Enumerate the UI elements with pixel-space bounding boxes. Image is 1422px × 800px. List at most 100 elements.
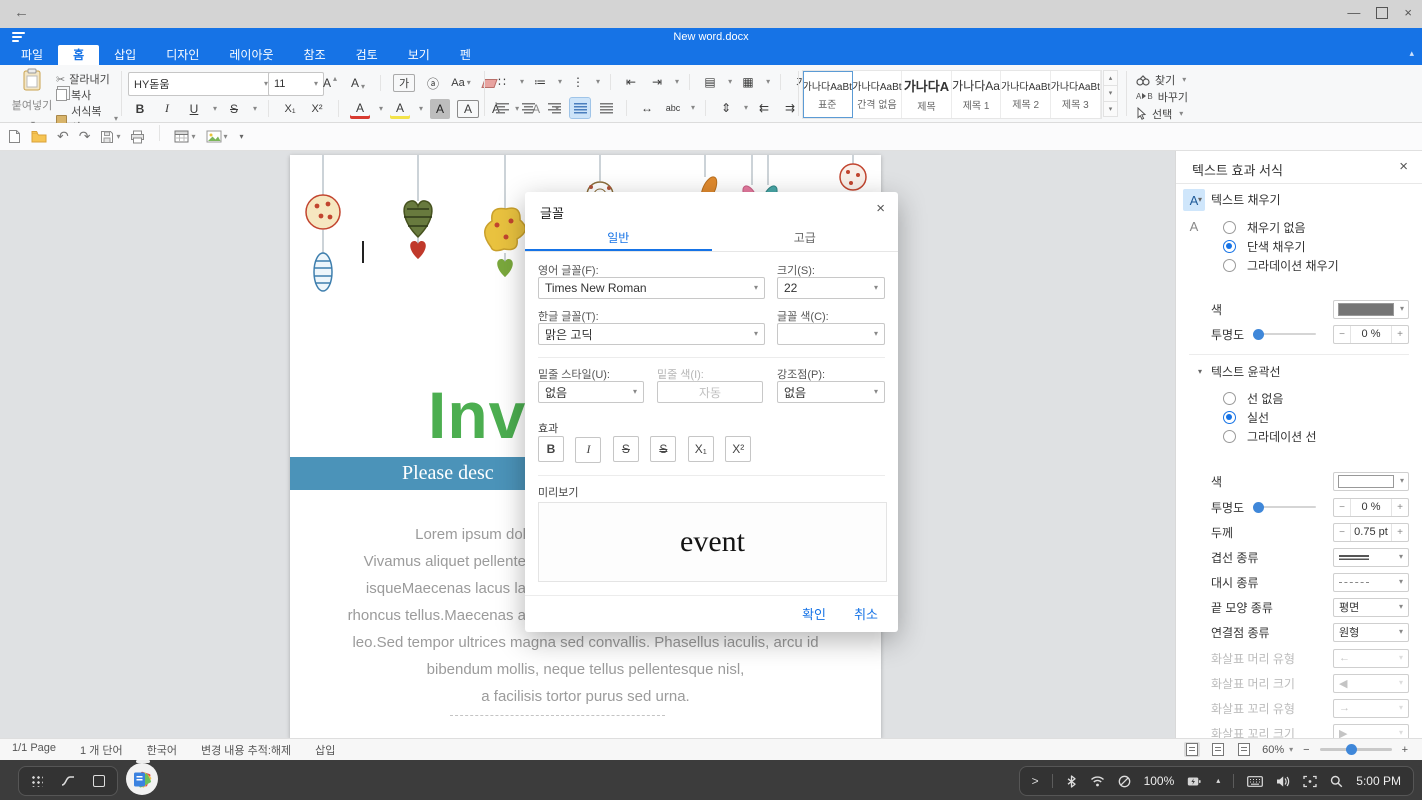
join-type-select[interactable]: 원형 ▾ [1333, 623, 1409, 642]
new-document-button[interactable] [8, 129, 21, 144]
track-changes-indicator[interactable]: 변경 내용 추적:해제 [201, 742, 291, 758]
document-heading[interactable]: Inv [428, 377, 526, 453]
zoom-slider[interactable] [1320, 748, 1392, 751]
size-select[interactable]: 22 ▾ [777, 277, 885, 299]
zoom-slider-thumb[interactable] [1346, 744, 1357, 755]
replace-button[interactable]: AB 바꾸기 [1136, 88, 1188, 105]
bullet-list-button[interactable]: ∷ [492, 72, 512, 92]
grow-font-button[interactable]: A▴ [320, 73, 340, 93]
body-line[interactable]: leo.Sed tempor ultrices magna sed conval… [290, 629, 881, 656]
outline-transparency-slider[interactable] [1254, 506, 1316, 508]
text-outline-section-header[interactable]: ▾ 텍스트 윤곽선 [1198, 363, 1281, 380]
text-fill-section-header[interactable]: ▾ 텍스트 채우기 [1198, 191, 1281, 208]
indent-caret-icon[interactable]: ▾ [675, 78, 679, 86]
image-caret-icon[interactable]: ▾ [224, 133, 228, 141]
dash-type-select[interactable]: ▾ [1333, 573, 1409, 592]
line-spacing-caret-icon[interactable]: ▾ [744, 104, 748, 112]
style-heading3[interactable]: 가나다AaBt 제목 3 [1051, 71, 1101, 118]
borders-button[interactable]: ▦ [738, 72, 758, 92]
underline-button[interactable]: U [184, 99, 204, 119]
shrink-font-button[interactable]: A▾ [348, 73, 368, 93]
insert-table-button[interactable]: ▾ [174, 130, 195, 143]
insert-image-button[interactable]: ▾ [206, 130, 228, 143]
radio-icon[interactable] [1223, 430, 1236, 443]
strikethrough-caret-icon[interactable]: ▾ [253, 105, 257, 113]
panel-close-icon[interactable]: × [1399, 158, 1408, 175]
language-indicator[interactable]: 한국어 [147, 742, 177, 758]
screen-capture-icon[interactable] [1303, 775, 1317, 788]
styles-scroll-down[interactable]: ▾ [1103, 86, 1118, 101]
font-color-select[interactable]: ▾ [777, 323, 885, 345]
bold-button[interactable]: B [130, 99, 150, 119]
wps-office-app-icon[interactable] [126, 763, 160, 797]
highlight-caret-icon[interactable]: ▾ [419, 105, 423, 113]
justify-button[interactable] [570, 98, 590, 118]
numbered-list-button[interactable]: ≔ [530, 72, 550, 92]
do-not-disturb-icon[interactable] [1118, 775, 1131, 788]
minimize-button[interactable]: — [1347, 5, 1360, 20]
double-strikethrough-toggle[interactable]: S [650, 436, 676, 462]
print-button[interactable] [130, 130, 145, 144]
tab-file[interactable]: 파일 [6, 45, 58, 65]
wifi-icon[interactable] [1090, 775, 1105, 787]
back-icon[interactable]: ← [14, 4, 29, 21]
strikethrough-button[interactable]: S [224, 99, 244, 119]
save-button[interactable]: ▾ [100, 130, 120, 144]
save-caret-icon[interactable]: ▾ [116, 133, 120, 141]
undo-button[interactable]: ↶ [57, 128, 69, 145]
maximize-button[interactable] [1376, 7, 1388, 19]
table-caret-icon[interactable]: ▾ [191, 133, 195, 141]
fill-transparency-slider[interactable] [1254, 333, 1316, 335]
font-size-select[interactable]: 11 ▾ [268, 72, 324, 96]
character-box-button[interactable]: A [457, 100, 479, 118]
outline-solid-option[interactable]: 실선 [1223, 409, 1269, 426]
body-line[interactable]: Lorem ipsum dol [290, 521, 526, 548]
insert-mode-indicator[interactable]: 삽입 [315, 742, 335, 758]
body-line[interactable]: bibendum mollis, neque tellus pellentesq… [290, 656, 881, 683]
zoom-level-button[interactable]: 60% ▾ [1262, 744, 1293, 756]
fill-color-picker[interactable]: ▾ [1333, 300, 1409, 319]
radio-icon[interactable] [1223, 259, 1236, 272]
paragraph-shading-button[interactable]: ▤ [700, 72, 720, 92]
align-right-button[interactable] [544, 98, 564, 118]
minus-button[interactable]: − [1334, 326, 1351, 343]
italic-toggle[interactable]: I [575, 437, 601, 463]
multilevel-list-caret-icon[interactable]: ▾ [596, 78, 600, 86]
text-outline-tab-icon[interactable]: A [1183, 215, 1205, 237]
font-name-select[interactable]: HY돋움 ▾ [128, 72, 274, 96]
zoom-out-button[interactable]: − [1303, 744, 1309, 756]
fill-none-option[interactable]: 채우기 없음 [1223, 219, 1306, 236]
style-heading2[interactable]: 가나다AaBt 제목 2 [1001, 71, 1051, 118]
character-shading-button[interactable]: A [430, 99, 450, 119]
tab-references[interactable]: 참조 [289, 45, 341, 65]
numbered-list-caret-icon[interactable]: ▾ [558, 78, 562, 86]
emphasis-select[interactable]: 없음 ▾ [777, 381, 885, 403]
outline-view-button[interactable] [1236, 742, 1252, 757]
tab-review[interactable]: 검토 [341, 45, 393, 65]
slider-thumb[interactable] [1253, 329, 1264, 340]
cancel-button[interactable]: 취소 [854, 604, 878, 623]
multilevel-list-button[interactable]: ⋮ [568, 72, 588, 92]
font-color-button[interactable]: A [350, 98, 370, 119]
character-width-caret-icon[interactable]: ▾ [691, 104, 695, 112]
cap-type-select[interactable]: 평면 ▾ [1333, 598, 1409, 617]
tab-insert[interactable]: 삽입 [99, 45, 151, 65]
quickbar-more-button[interactable]: ▾ [240, 133, 244, 141]
decrease-indent-button[interactable]: ⇤ [621, 72, 641, 92]
tray-up-icon[interactable]: ▴ [1216, 777, 1220, 785]
battery-icon[interactable] [1187, 776, 1201, 787]
dialog-close-icon[interactable]: × [876, 200, 885, 217]
web-layout-view-button[interactable] [1210, 742, 1226, 757]
tab-view[interactable]: 보기 [393, 45, 445, 65]
line-spacing-button[interactable]: ⇕ [716, 98, 736, 118]
radio-icon[interactable] [1223, 221, 1236, 234]
bold-toggle[interactable]: B [538, 436, 564, 462]
body-line[interactable]: Vivamus aliquet pellente [290, 548, 526, 575]
body-line[interactable]: rhoncus tellus.Maecenas a [290, 602, 526, 629]
subscript-toggle[interactable]: X₁ [688, 436, 714, 462]
style-title[interactable]: 가나다A 제목 [902, 71, 952, 118]
ok-button[interactable]: 확인 [802, 604, 826, 623]
tab-pen[interactable]: 펜 [445, 45, 486, 65]
underline-style-select[interactable]: 없음 ▾ [538, 381, 644, 403]
tab-design[interactable]: 디자인 [151, 45, 214, 65]
